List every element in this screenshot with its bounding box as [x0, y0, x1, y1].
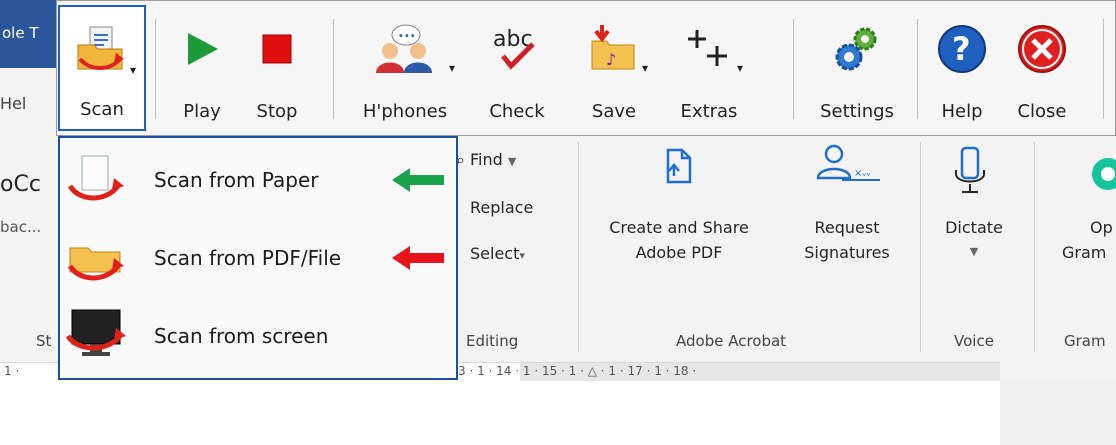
toolbar-divider [793, 19, 794, 119]
open-grammarly-line2: Gram [1062, 243, 1107, 262]
request-sig-line2: Signatures [804, 243, 890, 262]
extras-button[interactable]: ▾ Extras [669, 1, 749, 137]
scan-from-pdf-file-label: Scan from PDF/File [154, 246, 342, 270]
toolbar-divider [1103, 19, 1104, 119]
menu-item-scan-from-screen[interactable]: Scan from screen [60, 298, 456, 374]
play-button[interactable]: Play [167, 1, 237, 137]
toolbar-divider [333, 19, 334, 119]
create-share-line2: Adobe PDF [635, 243, 723, 262]
green-arrow-icon [390, 166, 446, 198]
scan-from-screen-label: Scan from screen [154, 324, 329, 348]
scan-label: Scan [80, 99, 124, 120]
help-icon: ? [932, 19, 992, 79]
ribbon-divider [920, 142, 921, 352]
menu-item-scan-from-paper[interactable]: Scan from Paper [60, 142, 456, 218]
open-grammarly-button[interactable]: Op Gram [1062, 218, 1113, 262]
request-signatures-button[interactable]: Request Signatures [782, 218, 912, 262]
create-share-pdf-icon [658, 146, 698, 186]
help-button[interactable]: ? Help [925, 1, 999, 137]
stop-label: Stop [256, 101, 298, 122]
ruler-left-ticks: 1 · [4, 364, 20, 378]
svg-text:♪: ♪ [606, 50, 616, 69]
document-side-area [1000, 381, 1116, 445]
scan-folder-icon: ▾ [72, 21, 136, 81]
acrobat-group-label: Adobe Acrobat [676, 332, 787, 350]
settings-label: Settings [820, 101, 894, 122]
create-share-pdf-button[interactable]: Create and Share Adobe PDF [604, 218, 754, 262]
styles-gallery-fragment[interactable]: oCc [0, 172, 41, 197]
open-grammarly-line1: Op [1090, 218, 1113, 237]
chevron-down-icon: ▾ [519, 249, 525, 262]
toolbar-divider [917, 19, 918, 119]
close-button[interactable]: Close [1003, 1, 1081, 137]
word-help-tab[interactable]: Hel [0, 94, 26, 113]
create-share-line1: Create and Share [609, 218, 749, 237]
red-arrow-icon [390, 244, 446, 276]
scan-screen-icon [64, 306, 128, 366]
svg-text:×ᵥᵥ: ×ᵥᵥ [854, 168, 871, 179]
headphones-label: H'phones [362, 101, 448, 122]
check-button[interactable]: abc Check [477, 1, 557, 137]
voice-group-label: Voice [954, 332, 994, 350]
dictate-label: Dictate [945, 218, 1003, 237]
styles-gallery-sub: bac... [0, 218, 42, 236]
settings-button[interactable]: Settings [807, 1, 907, 137]
close-label: Close [1017, 101, 1067, 122]
save-label: Save [591, 101, 637, 122]
play-icon [172, 19, 232, 79]
dropdown-indicator-icon: ▾ [641, 61, 648, 75]
stop-button[interactable]: Stop [243, 1, 311, 137]
headphones-button[interactable]: ••• ▾ H'phones [347, 1, 463, 137]
extras-label: Extras [680, 101, 738, 122]
chevron-down-icon: ▼ [507, 155, 517, 168]
scan-button[interactable]: ▾ Scan [58, 5, 146, 131]
svg-text:?: ? [952, 30, 971, 68]
editing-group-label: Editing [466, 332, 519, 350]
scan-paper-icon [64, 150, 128, 210]
scan-from-paper-label: Scan from Paper [154, 168, 319, 192]
toolbar-divider [155, 19, 156, 119]
grammarly-group-label: Gram [1064, 332, 1106, 350]
word-title-text: ole T [2, 24, 39, 42]
help-label: Help [941, 101, 983, 122]
close-icon [1012, 19, 1072, 79]
dropdown-indicator-icon: ▾ [448, 61, 455, 75]
menu-item-scan-from-pdf-file[interactable]: Scan from PDF/File [60, 220, 456, 296]
readaloud-toolbar: ▾ Scan Play Stop ••• ▾ H'phones abc Chec… [56, 0, 1116, 136]
extras-plus-icon: ▾ [679, 19, 743, 79]
microphone-icon [950, 144, 990, 198]
select-button[interactable]: Select▾ [470, 244, 525, 263]
replace-button[interactable]: Replace [470, 198, 533, 217]
dropdown-indicator-icon: ▾ [129, 63, 136, 77]
stop-icon [247, 19, 307, 79]
chevron-down-icon: ▼ [969, 245, 979, 258]
spellcheck-icon: abc [487, 19, 547, 79]
request-sig-line1: Request [814, 218, 880, 237]
play-label: Play [183, 101, 221, 122]
request-signatures-icon: ×ᵥᵥ [812, 142, 882, 186]
headphones-people-icon: ••• ▾ [365, 19, 455, 79]
find-button[interactable]: Find ▼ [470, 150, 516, 169]
scan-dropdown-menu: Scan from Paper Scan from PDF/File Scan … [58, 136, 458, 380]
select-label: Select [470, 244, 520, 263]
svg-text:•••: ••• [398, 31, 416, 42]
ribbon-divider [578, 142, 579, 352]
document-page[interactable] [0, 381, 1000, 445]
save-button[interactable]: ♪ ▾ Save [577, 1, 651, 137]
gears-icon [827, 19, 887, 79]
dictate-button[interactable]: Dictate ▼ [934, 218, 1014, 258]
ruler-ticks: 3 · 1 · 14 · 1 · 15 · 1 · △ · 1 · 17 · 1… [458, 364, 697, 378]
styles-group-label: St [36, 332, 52, 350]
save-folder-icon: ♪ ▾ [584, 19, 648, 79]
find-label: Find [470, 150, 503, 169]
scan-file-icon [64, 228, 128, 288]
check-label: Check [489, 101, 545, 122]
grammarly-icon [1090, 156, 1116, 192]
dropdown-indicator-icon: ▾ [736, 61, 743, 75]
ribbon-divider [1034, 142, 1035, 352]
